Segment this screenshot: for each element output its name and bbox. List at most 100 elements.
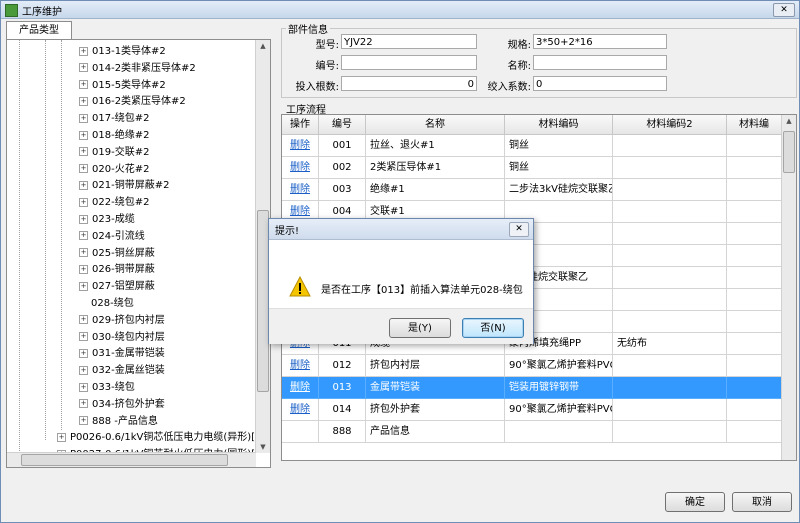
scroll-down-icon[interactable]: ▼: [256, 443, 270, 451]
tree-node[interactable]: +021-铜带屏蔽#2: [79, 177, 169, 194]
tree-hscroll-thumb[interactable]: [21, 454, 228, 466]
column-header[interactable]: 材料编码2: [613, 115, 727, 135]
yes-button[interactable]: 是(Y): [389, 318, 451, 338]
expand-icon[interactable]: +: [79, 416, 88, 426]
tree-node-label: 024-引流线: [92, 230, 145, 242]
expand-icon[interactable]: +: [79, 80, 88, 90]
input-roots-field[interactable]: 0: [341, 76, 477, 91]
expand-icon[interactable]: +: [79, 197, 88, 207]
code-field[interactable]: [341, 55, 477, 70]
delete-link[interactable]: 删除: [290, 184, 310, 195]
tree-node[interactable]: +018-绝缘#2: [79, 127, 149, 144]
expand-icon[interactable]: +: [79, 382, 88, 392]
tree-node[interactable]: +025-铜丝屏蔽: [79, 245, 155, 262]
tree-node[interactable]: +015-5类导体#2: [79, 77, 166, 94]
delete-link[interactable]: 删除: [290, 206, 310, 217]
grid-scroll-thumb[interactable]: [783, 131, 795, 173]
tree-horizontal-scrollbar[interactable]: [7, 452, 256, 467]
delete-link[interactable]: 删除: [290, 360, 310, 371]
expand-icon[interactable]: +: [79, 164, 88, 174]
table-cell: [613, 377, 727, 399]
delete-link[interactable]: 删除: [290, 140, 310, 151]
table-cell: 90°聚氯乙烯护套料PVC: [505, 399, 613, 421]
dialog-close-button[interactable]: ✕: [509, 222, 529, 237]
delete-link[interactable]: 删除: [290, 404, 310, 415]
tree-root-node[interactable]: + P0026-0.6/1kV铜芯低压电力电缆(异形)[: [57, 429, 255, 446]
tree-node[interactable]: +030-绕包内衬层: [79, 329, 165, 346]
tree-node[interactable]: +014-2类非紧压导体#2: [79, 60, 196, 77]
expand-icon[interactable]: +: [79, 147, 88, 157]
model-field[interactable]: YJV22: [341, 34, 477, 49]
expand-icon[interactable]: +: [79, 180, 88, 190]
tree-node[interactable]: +013-1类导体#2: [79, 43, 166, 60]
model-label: 型号:: [315, 40, 339, 51]
window-close-button[interactable]: ✕: [773, 3, 795, 17]
cancel-button[interactable]: 取消: [732, 492, 792, 512]
tree-node-label: 032-金属丝铠装: [92, 365, 165, 377]
title-bar: 工序维护 ✕: [1, 1, 799, 19]
table-cell: [727, 421, 782, 443]
expand-icon[interactable]: +: [79, 365, 88, 375]
tree-node[interactable]: +022-绕包#2: [79, 194, 149, 211]
expand-icon[interactable]: +: [79, 113, 88, 123]
name-field[interactable]: [533, 55, 667, 70]
expand-icon[interactable]: +: [79, 332, 88, 342]
column-header[interactable]: 编号: [319, 115, 366, 135]
expand-icon[interactable]: +: [79, 281, 88, 291]
tree-node-label: 027-铝塑屏蔽: [92, 281, 155, 293]
tree-node[interactable]: +027-铝塑屏蔽: [79, 278, 155, 295]
dialog-body: 是否在工序【013】前插入算法单元028-绕包: [269, 240, 533, 308]
tree-node[interactable]: +032-金属丝铠装: [79, 362, 165, 379]
delete-link[interactable]: 删除: [290, 382, 310, 393]
twist-coef-field[interactable]: 0: [533, 76, 667, 91]
table-cell: [613, 135, 727, 157]
input-roots-label: 投入根数:: [295, 82, 339, 93]
tree-node[interactable]: +023-成缆: [79, 211, 135, 228]
table-cell: [727, 223, 782, 245]
tree-node[interactable]: +020-火花#2: [79, 161, 149, 178]
expand-icon[interactable]: +: [79, 63, 88, 73]
tree-node[interactable]: +033-绕包: [79, 379, 135, 396]
expand-icon[interactable]: +: [57, 432, 66, 442]
tree-node[interactable]: +024-引流线: [79, 228, 145, 245]
tree-node-label: 017-绕包#2: [92, 113, 150, 125]
no-button[interactable]: 否(N): [462, 318, 524, 338]
table-cell: 删除: [282, 355, 319, 377]
expand-icon[interactable]: +: [79, 264, 88, 274]
tree-node[interactable]: +034-挤包外护套: [79, 396, 165, 413]
ok-button[interactable]: 确定: [665, 492, 725, 512]
expand-icon[interactable]: +: [79, 348, 88, 358]
tree-node[interactable]: +026-铜带屏蔽: [79, 261, 155, 278]
expand-icon[interactable]: +: [79, 248, 88, 258]
tree-node[interactable]: 028-绕包: [91, 295, 134, 312]
tab-product-type[interactable]: 产品类型: [6, 21, 72, 39]
spec-field[interactable]: 3*50+2*16: [533, 34, 667, 49]
column-header[interactable]: 材料编: [727, 115, 782, 135]
tree-node-label: 029-挤包内衬层: [92, 314, 165, 326]
expand-icon[interactable]: +: [79, 315, 88, 325]
table-cell: 拉丝、退火#1: [366, 135, 505, 157]
tree-node[interactable]: +888 -产品信息: [79, 413, 158, 430]
grid-vertical-scrollbar[interactable]: ▲: [781, 115, 796, 460]
warning-icon: [289, 275, 311, 298]
scroll-up-icon[interactable]: ▲: [256, 42, 270, 50]
tree-node[interactable]: +031-金属带铠装: [79, 345, 165, 362]
tree-node[interactable]: +029-挤包内衬层: [79, 312, 165, 329]
column-header[interactable]: 操作: [282, 115, 319, 135]
expand-icon[interactable]: +: [79, 231, 88, 241]
tree-node-label: 020-火花#2: [92, 163, 150, 175]
expand-icon[interactable]: +: [79, 96, 88, 106]
tree-node[interactable]: +016-2类紧压导体#2: [79, 93, 186, 110]
expand-icon[interactable]: +: [79, 214, 88, 224]
expand-icon[interactable]: +: [79, 130, 88, 140]
tree-node[interactable]: +019-交联#2: [79, 144, 149, 161]
column-header[interactable]: 名称: [366, 115, 505, 135]
tree-node-label: 014-2类非紧压导体#2: [92, 62, 196, 74]
expand-icon[interactable]: +: [79, 46, 88, 56]
delete-link[interactable]: 删除: [290, 162, 310, 173]
scroll-up-icon[interactable]: ▲: [782, 117, 796, 125]
table-cell: 金属带铠装: [366, 377, 505, 399]
tree-node[interactable]: +017-绕包#2: [79, 110, 149, 127]
column-header[interactable]: 材料编码: [505, 115, 613, 135]
expand-icon[interactable]: +: [79, 399, 88, 409]
